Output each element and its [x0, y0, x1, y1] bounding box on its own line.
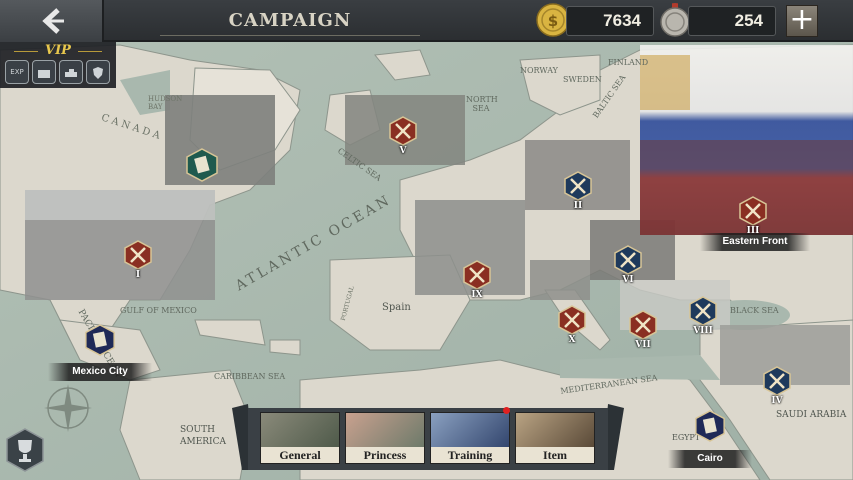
label-finland: FINLAND [608, 58, 649, 67]
chapter-marker-I[interactable]: I [123, 240, 153, 280]
gold-coin-icon: $ [536, 3, 570, 37]
mexico-city-label[interactable]: Mexico City [48, 363, 152, 381]
menu-training-button[interactable]: Training [430, 407, 510, 464]
crossed-swords-icon [558, 305, 586, 335]
back-button[interactable] [0, 0, 104, 42]
chapter-marker-VIII[interactable]: VIII [688, 296, 718, 336]
chest-icon [38, 70, 50, 78]
cairo-label[interactable]: Cairo [668, 450, 752, 468]
tank-icon [65, 69, 77, 77]
label-spain: Spain [382, 302, 411, 313]
label-south-america: SOUTH AMERICA [180, 425, 227, 447]
menu-item-label: Item [516, 447, 594, 463]
label-gulf: GULF OF MEXICO [120, 306, 197, 315]
crossed-swords-icon [124, 240, 152, 270]
back-arrow-icon [42, 8, 64, 34]
trophy-button[interactable] [5, 428, 45, 472]
menu-item-button[interactable]: Item [515, 412, 595, 464]
crossed-swords-icon [564, 171, 592, 201]
gold-amount: 7634 [566, 6, 654, 36]
chapter-marker-X[interactable]: X [557, 305, 587, 345]
canada-event-marker[interactable] [185, 148, 219, 182]
cairo-marker[interactable] [694, 410, 726, 442]
chapter-marker-IX[interactable]: IX [462, 260, 492, 300]
chapter-numeral: VI [622, 275, 634, 285]
chapter-numeral: VII [635, 340, 651, 350]
chapter-marker-II[interactable]: II [563, 171, 593, 211]
top-bar: CAMPAIGN $ 7634 254 + [0, 0, 853, 42]
silver-medal-icon [660, 3, 690, 37]
vip-divider [78, 51, 102, 52]
crossed-swords-icon [689, 296, 717, 326]
chapter-numeral: IX [471, 290, 483, 300]
label-sweden: SWEDEN [563, 75, 602, 84]
menu-training-label: Training [431, 447, 509, 463]
vip-badge-icon[interactable] [86, 60, 110, 84]
vip-panel[interactable]: VIP EXP [0, 42, 116, 88]
chapter-numeral: V [399, 146, 407, 156]
mexico-city-marker[interactable] [84, 324, 116, 356]
chapter-numeral: X [568, 335, 576, 345]
princess-portrait [346, 413, 424, 447]
label-caribbean: CARIBBEAN SEA [214, 372, 286, 381]
vip-badge-icon[interactable] [59, 60, 83, 84]
chapter-marker-V[interactable]: V [388, 116, 418, 156]
vip-badge-exp[interactable]: EXP [5, 60, 29, 84]
chapter-numeral: IV [771, 396, 783, 406]
eastern-front-label[interactable]: Eastern Front [700, 233, 810, 251]
chapter-numeral: VIII [693, 326, 713, 336]
chapter-marker-IV[interactable]: IV [762, 366, 792, 406]
bottom-menu: General Princess Training Item [232, 404, 624, 470]
chapter-marker-VI[interactable]: VI [613, 245, 643, 285]
page-title: CAMPAIGN [160, 6, 420, 36]
chapter-numeral: I [135, 270, 141, 280]
item-image [516, 413, 594, 447]
add-currency-button[interactable]: + [786, 5, 818, 37]
notification-dot [503, 407, 510, 414]
compass-rose-icon [44, 384, 92, 432]
menu-general-button[interactable]: General [260, 412, 340, 464]
label-saudi: SAUDI ARABIA [776, 410, 847, 420]
label-black-sea: BLACK SEA [730, 306, 779, 315]
label-north-sea: NORTH SEA [466, 95, 498, 113]
crossed-swords-icon [629, 310, 657, 340]
menu-princess-button[interactable]: Princess [345, 412, 425, 464]
crossed-swords-icon [463, 260, 491, 290]
general-portrait [261, 413, 339, 447]
label-norway: NORWAY [520, 66, 558, 75]
svg-text:$: $ [548, 12, 558, 30]
label-hudson-bay: HUDSON BAY [148, 95, 183, 111]
campaign-screen: CANADA HUDSON BAY ATLANTIC OCEAN CELTIC … [0, 0, 853, 480]
crossed-swords-icon [763, 366, 791, 396]
shield-icon [93, 67, 103, 79]
menu-princess-label: Princess [346, 447, 424, 463]
vip-badge-icon[interactable] [32, 60, 56, 84]
training-image [431, 413, 509, 447]
menu-general-label: General [261, 447, 339, 463]
medal-amount: 254 [688, 6, 776, 36]
chapter-marker-VII[interactable]: VII [628, 310, 658, 350]
crossed-swords-icon [389, 116, 417, 146]
chapter-numeral: II [573, 201, 583, 211]
crossed-swords-icon [739, 196, 767, 226]
crossed-swords-icon [614, 245, 642, 275]
chapter-marker-III[interactable]: III [738, 196, 768, 236]
